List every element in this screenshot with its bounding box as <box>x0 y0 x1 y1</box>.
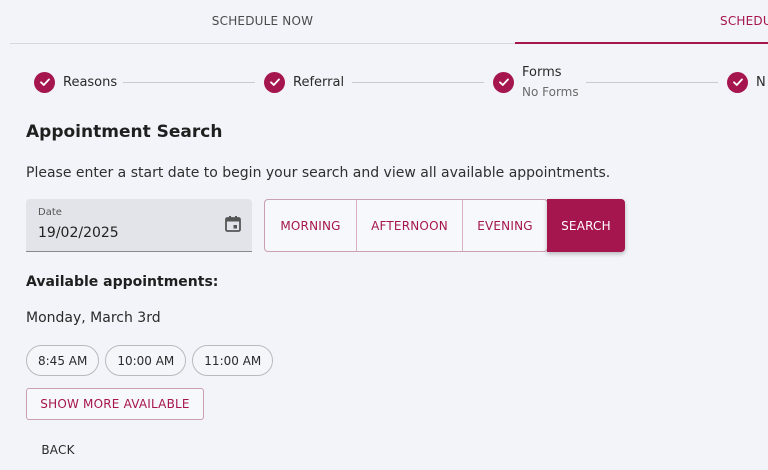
date-input[interactable] <box>38 225 208 241</box>
check-circle-icon <box>493 71 514 93</box>
date-field[interactable]: Date <box>26 199 252 252</box>
afternoon-button[interactable]: AFTERNOON <box>357 200 463 251</box>
available-heading: Available appointments: <box>26 274 219 290</box>
time-of-day-filter: MORNING AFTERNOON EVENING <box>264 199 548 252</box>
check-circle-icon <box>264 71 285 93</box>
step-forms[interactable]: Forms No Forms <box>493 56 579 108</box>
step-sublabel: No Forms <box>522 85 579 99</box>
show-more-button[interactable]: SHOW MORE AVAILABLE <box>26 388 204 420</box>
step-referral[interactable]: Referral <box>264 56 344 108</box>
calendar-icon[interactable] <box>224 215 242 237</box>
step-label: Forms <box>522 65 562 80</box>
tab-schedule-now[interactable]: SCHEDULE NOW <box>10 0 515 44</box>
time-slot-chip[interactable]: 11:00 AM <box>192 345 274 376</box>
back-button[interactable]: BACK <box>28 437 88 463</box>
stepper-connector <box>586 82 718 83</box>
time-slot-chip[interactable]: 10:00 AM <box>105 345 187 376</box>
morning-button[interactable]: MORNING <box>265 200 357 251</box>
step-next[interactable]: N <box>727 56 766 108</box>
check-circle-icon <box>34 71 55 93</box>
search-button[interactable]: SEARCH <box>547 199 625 252</box>
step-label: Reasons <box>63 74 118 90</box>
tab-bar: SCHEDULE NOW SCHEDULE <box>10 0 768 44</box>
intro-text: Please enter a start date to begin your … <box>26 165 611 181</box>
stepper-connector <box>123 82 255 83</box>
appointment-date-heading: Monday, March 3rd <box>26 310 161 326</box>
page-title: Appointment Search <box>26 122 223 142</box>
step-reasons[interactable]: Reasons <box>34 56 117 108</box>
time-slot-list: 8:45 AM 10:00 AM 11:00 AM <box>26 345 274 376</box>
evening-button[interactable]: EVENING <box>463 200 547 251</box>
step-label: Referral <box>293 74 345 90</box>
time-slot-chip[interactable]: 8:45 AM <box>26 345 100 376</box>
step-label: N <box>756 74 766 90</box>
stepper-connector <box>352 82 484 83</box>
date-field-label: Date <box>38 207 62 218</box>
check-circle-icon <box>727 71 748 93</box>
progress-stepper: Reasons Referral Forms No Forms N <box>0 56 768 108</box>
tab-schedule[interactable]: SCHEDULE <box>515 0 768 44</box>
